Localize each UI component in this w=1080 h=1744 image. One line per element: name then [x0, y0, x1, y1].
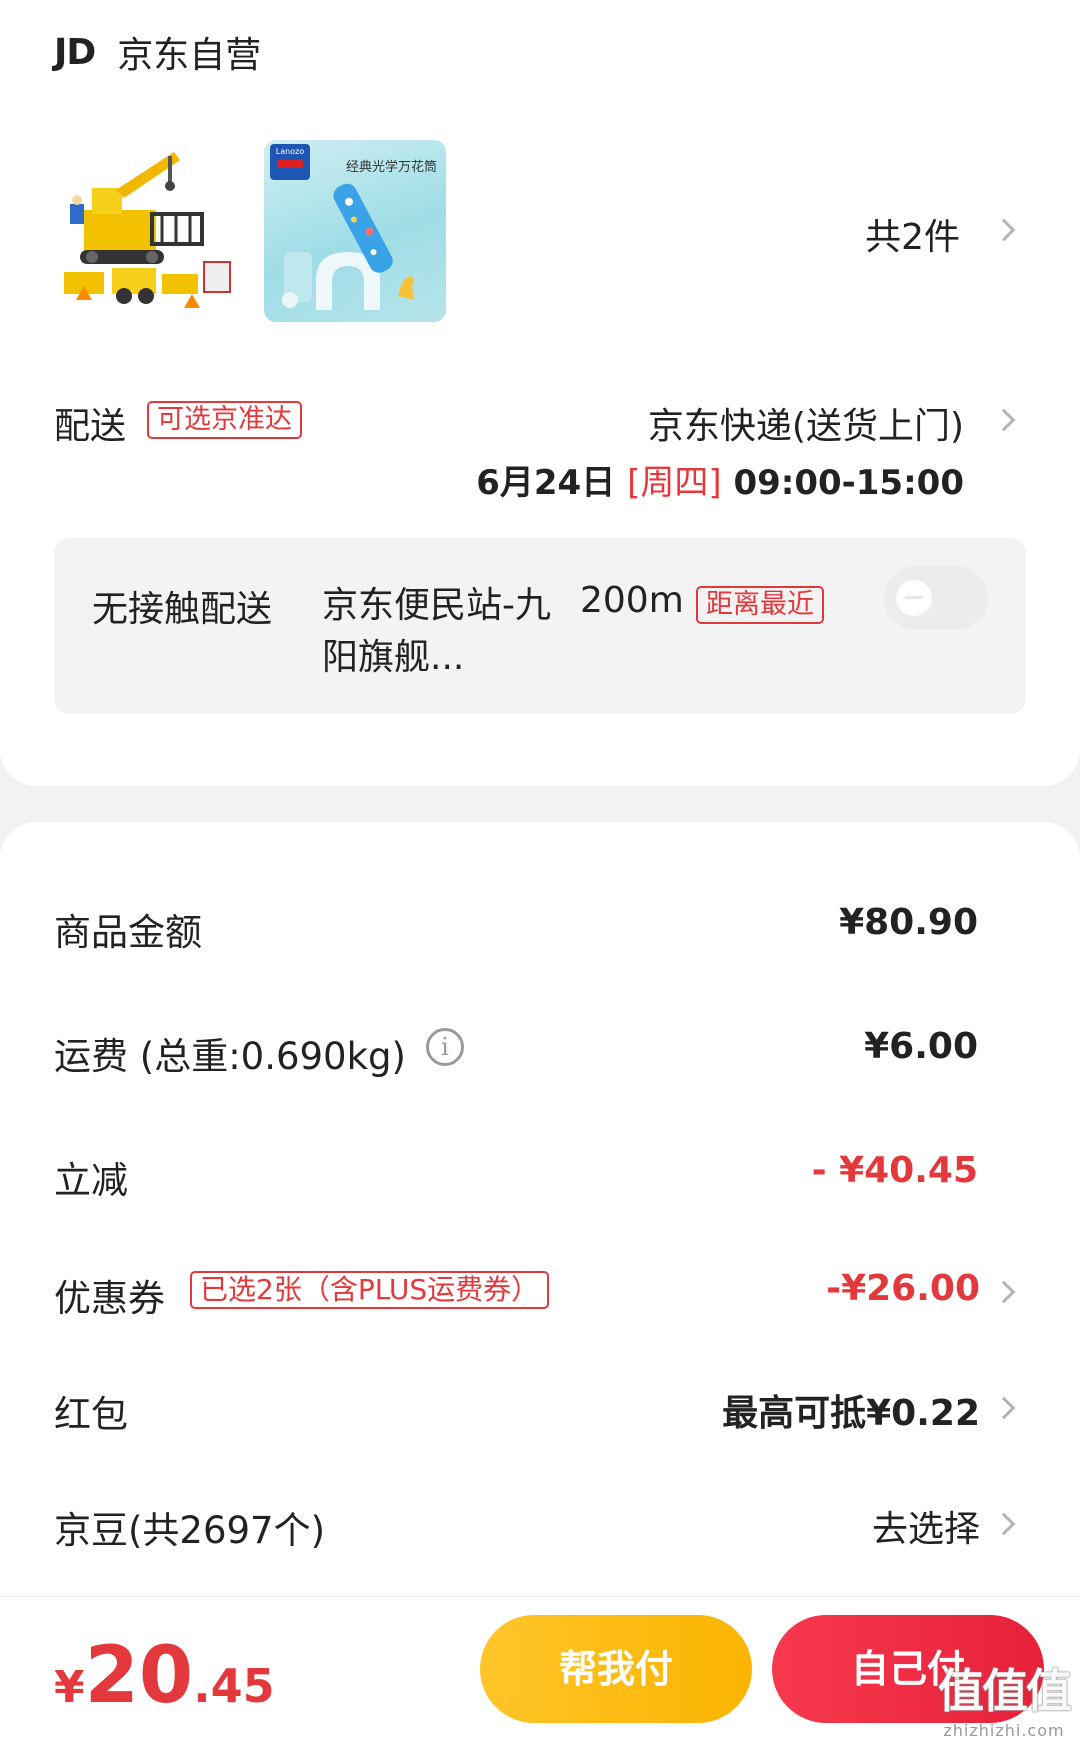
order-card: JD 京东自营 Lanozo 经典光学万花筒 共2件 配送 可选京准达 京东快递…	[0, 0, 1080, 786]
jd-logo: JD	[54, 31, 96, 73]
redpacket-value[interactable]: 最高可抵¥0.22	[722, 1384, 980, 1436]
contactless-delivery-box: 无接触配送 京东便民站-九阳旗舰... 200m 距离最近	[54, 538, 1026, 714]
total-integer: 20	[84, 1631, 194, 1721]
shop-name: 京东自营	[117, 35, 262, 76]
kaleidoscope-image	[282, 183, 414, 310]
coupon-chevron-icon	[992, 1280, 1016, 1304]
delivery-weekday: [周四]	[627, 463, 722, 503]
delivery-time[interactable]: 6月24日 [周四] 09:00-15:00	[476, 455, 964, 504]
item-count-chevron-icon	[992, 218, 1016, 242]
nearest-tag: 距离最近	[696, 586, 824, 624]
pickup-station[interactable]: 京东便民站-九阳旗舰...	[322, 580, 572, 684]
toggle-knob-icon	[896, 580, 932, 616]
watermark-url: zhizhizhi.com	[943, 1721, 1065, 1740]
delivery-window: 09:00-15:00	[733, 463, 964, 503]
item-count[interactable]: 共2件	[865, 208, 960, 260]
shipping-label: 运费 (总重:0.690kg)	[54, 1035, 406, 1078]
product-thumbnail-toy[interactable]	[56, 140, 238, 322]
checkout-bar: ¥20.45 帮我付 自己付 值值值 zhizhizhi.com	[0, 1596, 1080, 1744]
price-summary-card: 商品金额 ¥80.90 运费 (总重:0.690kg) i ¥6.00 立减 -…	[0, 822, 1080, 1722]
delivery-method[interactable]: 京东快递(送货上门)	[648, 397, 964, 449]
beans-label: 京豆(共2697个)	[54, 1509, 326, 1552]
coupon-tag: 已选2张（含PLUS运费券）	[190, 1271, 550, 1309]
total-decimal: .45	[193, 1659, 275, 1713]
delivery-label: 配送	[54, 406, 127, 447]
beans-chevron-icon	[992, 1512, 1016, 1536]
currency-symbol: ¥	[54, 1662, 85, 1713]
watermark: 值值值 zhizhizhi.com	[938, 1655, 1072, 1740]
construction-toy-image	[56, 140, 238, 322]
info-icon[interactable]: i	[426, 1028, 464, 1066]
jzd-tag: 可选京准达	[147, 401, 302, 439]
coupon-label: 优惠券	[54, 1277, 165, 1320]
discount-label: 立减	[54, 1159, 128, 1202]
contactless-toggle[interactable]	[884, 566, 988, 630]
discount-value: - ¥40.45	[811, 1150, 978, 1191]
goods-amount-value: ¥80.90	[839, 902, 978, 943]
shop-header: JD 京东自营	[54, 26, 261, 78]
coupon-value[interactable]: -¥26.00	[826, 1268, 980, 1309]
contactless-label: 无接触配送	[92, 589, 273, 630]
delivery-date: 6月24日	[476, 463, 616, 503]
beans-value[interactable]: 去选择	[872, 1500, 980, 1552]
shipping-value: ¥6.00	[864, 1026, 978, 1067]
redpacket-chevron-icon	[992, 1396, 1016, 1420]
watermark-logo: 值值值	[938, 1664, 1072, 1718]
goods-amount-label: 商品金额	[54, 911, 202, 954]
delivery-chevron-icon	[992, 408, 1016, 432]
station-distance: 200m	[580, 580, 684, 621]
product-thumbnail-kaleidoscope[interactable]: Lanozo 经典光学万花筒	[264, 140, 446, 322]
redpacket-label: 红包	[54, 1393, 128, 1436]
total-price: ¥20.45	[54, 1631, 275, 1721]
help-me-pay-button[interactable]: 帮我付	[480, 1615, 752, 1723]
